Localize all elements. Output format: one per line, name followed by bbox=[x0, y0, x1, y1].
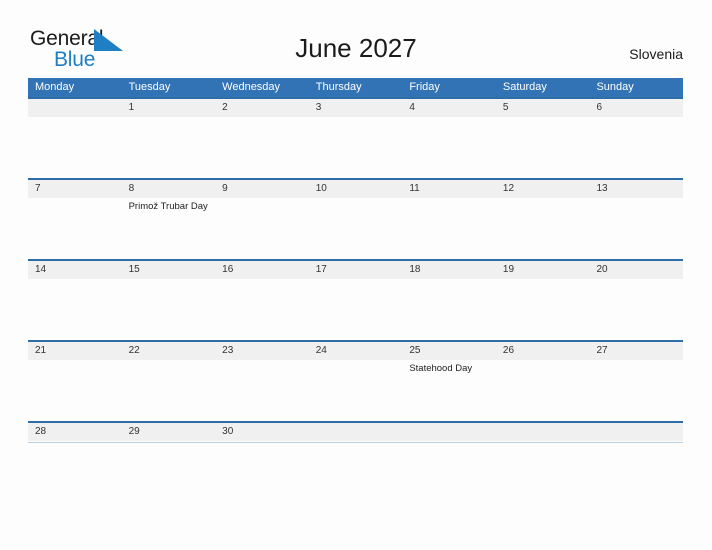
day-event bbox=[589, 279, 683, 339]
day-number[interactable]: 5 bbox=[496, 99, 590, 117]
day-number[interactable]: 8 bbox=[122, 180, 216, 198]
week-daynumber-band: 14 15 16 17 18 19 20 bbox=[28, 261, 683, 279]
day-number[interactable]: 26 bbox=[496, 342, 590, 360]
weekday-header-saturday: Saturday bbox=[502, 81, 547, 93]
week-event-band bbox=[28, 117, 683, 177]
day-number[interactable]: 23 bbox=[215, 342, 309, 360]
day-number[interactable]: 25 bbox=[402, 342, 496, 360]
day-number[interactable]: 10 bbox=[309, 180, 403, 198]
day-number[interactable] bbox=[496, 423, 590, 441]
day-event bbox=[589, 360, 683, 420]
day-event bbox=[122, 279, 216, 339]
day-number[interactable]: 11 bbox=[402, 180, 496, 198]
day-number[interactable]: 27 bbox=[589, 342, 683, 360]
day-event: Primož Trubar Day bbox=[128, 201, 208, 212]
day-number[interactable]: 9 bbox=[215, 180, 309, 198]
week-row: 7 8 9 10 11 12 13 Primož Trubar Day bbox=[28, 178, 683, 259]
day-event bbox=[28, 198, 122, 258]
day-event bbox=[589, 198, 683, 258]
day-number[interactable]: 4 bbox=[402, 99, 496, 117]
weekday-header-friday: Friday bbox=[409, 81, 440, 93]
day-number[interactable]: 6 bbox=[589, 99, 683, 117]
day-event bbox=[496, 360, 590, 420]
day-number[interactable]: 29 bbox=[122, 423, 216, 441]
calendar-grid: Monday Tuesday Wednesday Thursday Friday… bbox=[28, 78, 683, 443]
day-number[interactable]: 13 bbox=[589, 180, 683, 198]
day-number[interactable]: 20 bbox=[589, 261, 683, 279]
day-event bbox=[496, 198, 590, 258]
day-event bbox=[496, 117, 590, 177]
day-number[interactable]: 3 bbox=[309, 99, 403, 117]
day-event bbox=[309, 198, 403, 258]
day-event bbox=[28, 279, 122, 339]
day-number[interactable]: 21 bbox=[28, 342, 122, 360]
day-number[interactable]: 17 bbox=[309, 261, 403, 279]
page-header: General Blue June 2027 Slovenia bbox=[0, 0, 712, 76]
day-event bbox=[215, 198, 309, 258]
day-event bbox=[28, 117, 122, 177]
day-event: Statehood Day bbox=[409, 363, 473, 374]
day-number[interactable] bbox=[402, 423, 496, 441]
day-event bbox=[309, 117, 403, 177]
day-number[interactable]: 16 bbox=[215, 261, 309, 279]
calendar-page: General Blue June 2027 Slovenia Monday T… bbox=[0, 0, 712, 550]
day-event bbox=[589, 117, 683, 177]
day-number[interactable]: 14 bbox=[28, 261, 122, 279]
week-daynumber-band: 1 2 3 4 5 6 bbox=[28, 99, 683, 117]
day-number[interactable] bbox=[589, 423, 683, 441]
day-number[interactable]: 19 bbox=[496, 261, 590, 279]
day-event bbox=[496, 279, 590, 339]
day-number[interactable] bbox=[28, 99, 122, 117]
day-number[interactable]: 24 bbox=[309, 342, 403, 360]
week-event-band: Primož Trubar Day bbox=[28, 198, 683, 258]
weekday-header-wednesday: Wednesday bbox=[222, 81, 281, 93]
weekday-header-thursday: Thursday bbox=[315, 81, 362, 93]
day-number[interactable]: 30 bbox=[215, 423, 309, 441]
weekday-header-row: Monday Tuesday Wednesday Thursday Friday… bbox=[28, 78, 683, 97]
day-event bbox=[402, 198, 496, 258]
day-number[interactable]: 2 bbox=[215, 99, 309, 117]
week-row: 1 2 3 4 5 6 bbox=[28, 97, 683, 178]
day-number[interactable]: 15 bbox=[122, 261, 216, 279]
week-row: 21 22 23 24 25 26 27 Statehood Day bbox=[28, 340, 683, 421]
day-event bbox=[215, 279, 309, 339]
day-event bbox=[122, 360, 216, 420]
week-row: 14 15 16 17 18 19 20 bbox=[28, 259, 683, 340]
weekday-header-sunday: Sunday bbox=[596, 81, 634, 93]
day-event bbox=[215, 117, 309, 177]
day-event bbox=[402, 279, 496, 339]
week-event-band bbox=[28, 279, 683, 339]
day-event bbox=[122, 117, 216, 177]
day-event bbox=[402, 117, 496, 177]
day-number[interactable]: 28 bbox=[28, 423, 122, 441]
day-number[interactable]: 12 bbox=[496, 180, 590, 198]
weekday-header-tuesday: Tuesday bbox=[128, 81, 171, 93]
day-number[interactable]: 7 bbox=[28, 180, 122, 198]
day-number[interactable] bbox=[309, 423, 403, 441]
week-daynumber-band: 7 8 9 10 11 12 13 bbox=[28, 180, 683, 198]
week-daynumber-band: 21 22 23 24 25 26 27 bbox=[28, 342, 683, 360]
day-event bbox=[28, 360, 122, 420]
day-event bbox=[215, 360, 309, 420]
day-number[interactable]: 1 bbox=[122, 99, 216, 117]
country-label: Slovenia bbox=[629, 46, 683, 62]
weekday-header-monday: Monday bbox=[35, 81, 75, 93]
page-title: June 2027 bbox=[295, 33, 417, 63]
week-daynumber-band: 28 29 30 bbox=[28, 423, 683, 441]
day-event bbox=[309, 360, 403, 420]
week-event-band: Statehood Day bbox=[28, 360, 683, 420]
day-number[interactable]: 22 bbox=[122, 342, 216, 360]
day-number[interactable]: 18 bbox=[402, 261, 496, 279]
week-row: 28 29 30 bbox=[28, 421, 683, 443]
day-event bbox=[309, 279, 403, 339]
